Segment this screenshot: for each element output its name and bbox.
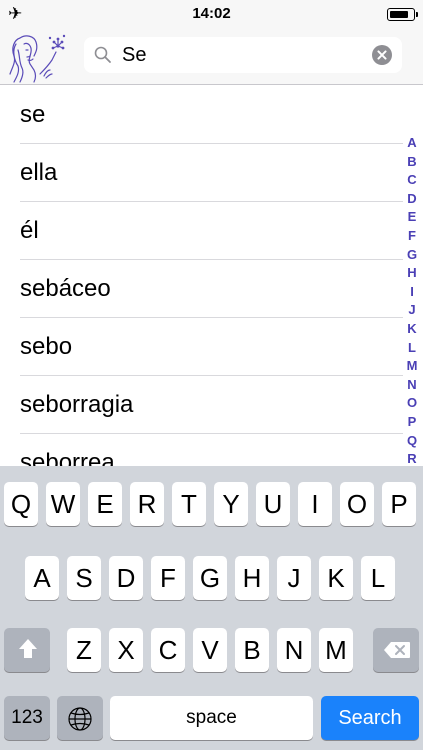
key-u[interactable]: U (256, 482, 290, 526)
list-item-label: sebo (20, 333, 73, 360)
list-item-label: ella (20, 159, 58, 186)
index-letter[interactable]: P (404, 413, 420, 432)
globe-icon (68, 707, 92, 731)
key-k[interactable]: K (319, 556, 353, 600)
shift-icon (19, 639, 37, 658)
list-item[interactable]: ella (0, 144, 423, 202)
clear-icon[interactable] (372, 45, 392, 65)
woman-dandelion-logo-icon (9, 34, 66, 83)
index-letter[interactable]: J (404, 301, 420, 320)
index-letter[interactable]: O (404, 394, 420, 413)
key-a[interactable]: A (25, 556, 59, 600)
index-letter[interactable]: A (404, 134, 420, 153)
key-y[interactable]: Y (214, 482, 248, 526)
alphabet-index[interactable]: A B C D E F G H I J K L M N O P Q R (404, 134, 420, 469)
list-item[interactable]: sebáceo (0, 260, 423, 318)
keyboard: Q W E R T Y U I O P A S D F G H J K L Z … (0, 466, 423, 750)
index-letter[interactable]: B (404, 153, 420, 172)
key-e[interactable]: E (88, 482, 122, 526)
word-list: se ella él sebáceo sebo seborragia sebor… (0, 86, 423, 466)
key-v[interactable]: V (193, 628, 227, 672)
list-item-label: él (20, 217, 39, 244)
key-q[interactable]: Q (4, 482, 38, 526)
key-p[interactable]: P (382, 482, 416, 526)
index-letter[interactable]: N (404, 376, 420, 395)
space-key[interactable]: space (110, 696, 313, 740)
list-item-label: sebáceo (20, 275, 111, 302)
status-time: 14:02 (192, 5, 231, 22)
index-letter[interactable]: G (404, 246, 420, 265)
list-item[interactable]: se (0, 86, 423, 144)
index-letter[interactable]: K (404, 320, 420, 339)
list-item[interactable]: seborragia (0, 376, 423, 434)
list-item[interactable]: seborrea (0, 434, 423, 466)
key-h[interactable]: H (235, 556, 269, 600)
index-letter[interactable]: M (404, 357, 420, 376)
battery-icon (387, 8, 418, 21)
key-f[interactable]: F (151, 556, 185, 600)
index-letter[interactable]: C (404, 171, 420, 190)
index-letter[interactable]: F (404, 227, 420, 246)
numbers-key[interactable]: 123 (4, 696, 50, 740)
shift-key[interactable] (4, 628, 50, 672)
key-n[interactable]: N (277, 628, 311, 672)
key-d[interactable]: D (109, 556, 143, 600)
key-o[interactable]: O (340, 482, 374, 526)
index-letter[interactable]: E (404, 208, 420, 227)
key-w[interactable]: W (46, 482, 80, 526)
key-g[interactable]: G (193, 556, 227, 600)
key-l[interactable]: L (361, 556, 395, 600)
list-item-label: seborragia (20, 391, 134, 418)
index-letter[interactable]: H (404, 264, 420, 283)
key-x[interactable]: X (109, 628, 143, 672)
search-input[interactable] (122, 37, 362, 73)
index-letter[interactable]: D (404, 190, 420, 209)
delete-icon (384, 642, 410, 658)
list-item[interactable]: él (0, 202, 423, 260)
key-t[interactable]: T (172, 482, 206, 526)
search-header (0, 28, 423, 85)
list-item-label: se (20, 101, 46, 128)
index-letter[interactable]: I (404, 283, 420, 302)
globe-key[interactable] (57, 696, 103, 740)
key-i[interactable]: I (298, 482, 332, 526)
list-item-label: seborrea (20, 449, 115, 466)
key-m[interactable]: M (319, 628, 353, 672)
index-letter[interactable]: Q (404, 432, 420, 451)
list-item[interactable]: sebo (0, 318, 423, 376)
key-b[interactable]: B (235, 628, 269, 672)
search-icon (94, 46, 111, 63)
status-bar: ✈ 14:02 (0, 0, 423, 28)
battery-level (389, 10, 409, 18)
search-key[interactable]: Search (321, 696, 419, 740)
delete-key[interactable] (373, 628, 419, 672)
search-box[interactable] (84, 37, 402, 73)
key-r[interactable]: R (130, 482, 164, 526)
key-c[interactable]: C (151, 628, 185, 672)
key-z[interactable]: Z (67, 628, 101, 672)
index-letter[interactable]: L (404, 339, 420, 358)
key-j[interactable]: J (277, 556, 311, 600)
key-s[interactable]: S (67, 556, 101, 600)
